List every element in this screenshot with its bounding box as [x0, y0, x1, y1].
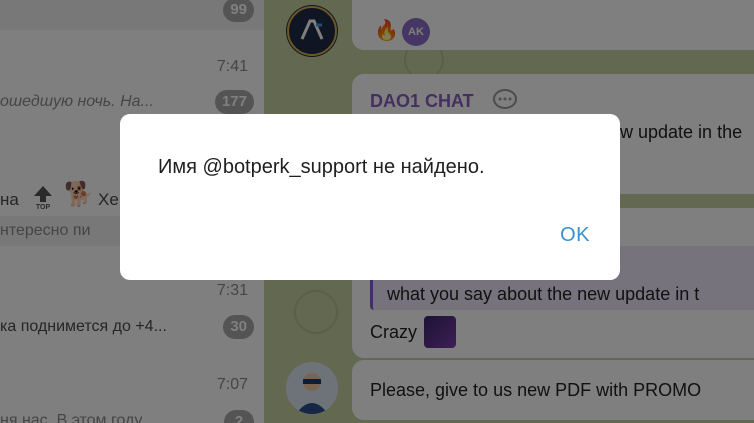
dialog-message: Имя @botperk_support не найдено. — [158, 156, 485, 178]
ok-button[interactable]: OK — [560, 224, 590, 247]
error-dialog: Имя @botperk_support не найдено. OK — [120, 114, 620, 280]
